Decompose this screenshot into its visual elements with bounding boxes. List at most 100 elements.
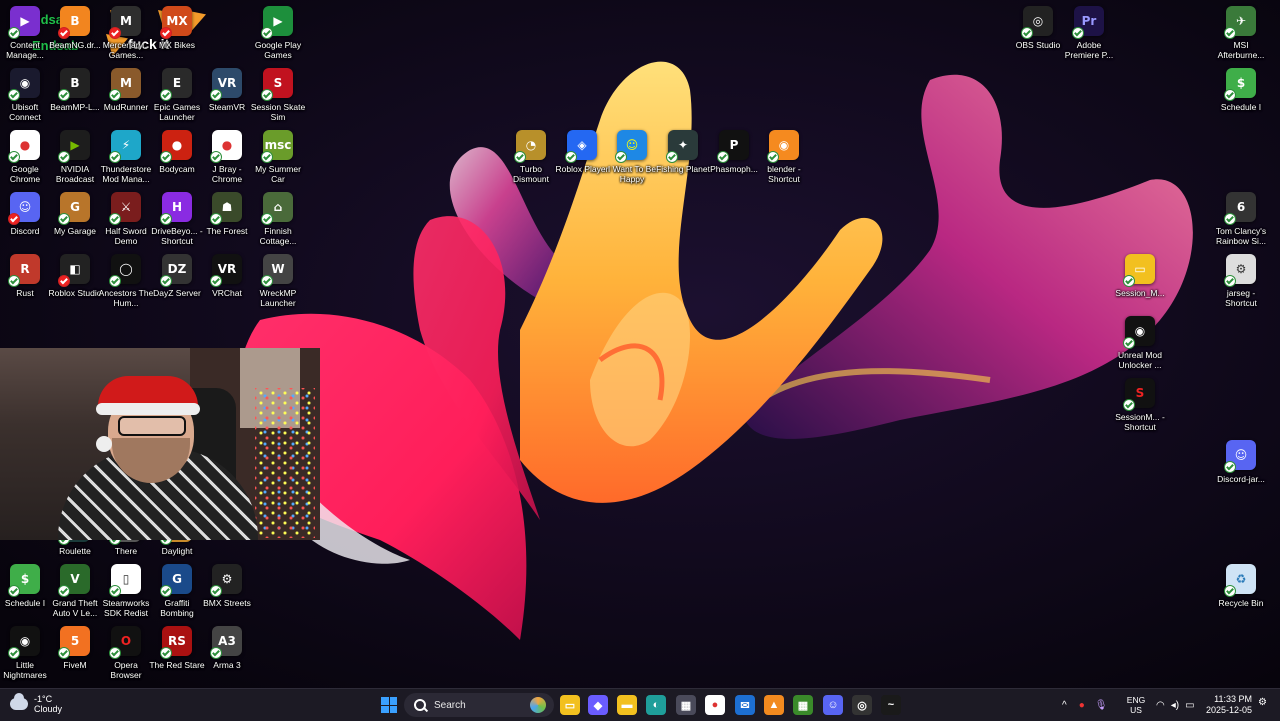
tray-app-icon[interactable]: ●: [1079, 700, 1085, 711]
desktop-icon[interactable]: P Phasmoph...: [706, 130, 762, 174]
desktop-icon[interactable]: ◉ Unreal Mod Unlocker ...: [1112, 316, 1168, 370]
desktop-icon[interactable]: ▯ Steamworks SDK Redist: [98, 564, 154, 618]
taskbar-app-store[interactable]: ▦: [676, 695, 696, 715]
shortcut-status-icon: [1224, 461, 1236, 473]
taskbar-app-edge[interactable]: ◐: [646, 695, 666, 715]
desktop-icon[interactable]: ◉ Little Nightmares: [0, 626, 53, 680]
language-indicator[interactable]: ENG US: [1122, 695, 1150, 715]
desktop-icon[interactable]: ▶ NVIDIA Broadcast: [47, 130, 103, 184]
desktop-icon-label: Turbo Dismount: [513, 164, 549, 184]
desktop-icon[interactable]: ◎ OBS Studio: [1010, 6, 1066, 50]
desktop-icon[interactable]: ⚔ Half Sword Demo: [98, 192, 154, 246]
desktop-icon[interactable]: ● Bodycam: [149, 130, 205, 174]
desktop-icon[interactable]: Pr Adobe Premiere P...: [1061, 6, 1117, 60]
desktop-icon[interactable]: B BeamNG.dr...: [47, 6, 103, 50]
search-box[interactable]: Search: [404, 693, 554, 717]
taskbar-app-discord[interactable]: ☺: [823, 695, 843, 715]
desktop-icon[interactable]: ◯ Ancestors The Hum...: [98, 254, 154, 308]
taskbar-app-file-explorer[interactable]: ▭: [560, 695, 580, 715]
taskbar-app-terminal[interactable]: ~: [881, 695, 901, 715]
desktop-icon[interactable]: ● Google Chrome: [0, 130, 53, 184]
microphone-icon[interactable]: 🎙: [1095, 700, 1108, 711]
desktop-icon[interactable]: ◉ blender - Shortcut: [756, 130, 812, 184]
desktop-icon[interactable]: ⚙ BMX Streets: [199, 564, 255, 608]
taskbar-app-chrome[interactable]: ●: [705, 695, 725, 715]
clock[interactable]: 11:33 PM 2025-12-05: [1204, 694, 1252, 716]
app-glyph-icon: O: [120, 634, 132, 648]
desktop-icon[interactable]: ☺ Discord-jar...: [1213, 440, 1269, 484]
desktop-icon[interactable]: 5 FiveM: [47, 626, 103, 670]
desktop-icon[interactable]: 6 Tom Clancy's Rainbow Si...: [1213, 192, 1269, 246]
desktop-icon[interactable]: ▭ Session_M...: [1112, 254, 1168, 298]
taskbar-app-obs[interactable]: ◎: [852, 695, 872, 715]
desktop-icon[interactable]: $ Schedule I: [1213, 68, 1269, 112]
app-glyph-icon: H: [171, 200, 183, 214]
desktop-icon[interactable]: ☺ Discord: [0, 192, 53, 236]
taskbar-app-folder[interactable]: ▬: [617, 695, 637, 715]
desktop-icon[interactable]: ✈ MSI Afterburne...: [1213, 6, 1269, 60]
desktop-icon[interactable]: W WreckMP Launcher: [250, 254, 306, 308]
app-icon: ☺: [1224, 440, 1256, 473]
desktop-icon[interactable]: ✦ Fishing Planet: [655, 130, 711, 174]
app-glyph-icon: VR: [217, 76, 237, 90]
weather-temp: -1°C: [34, 694, 53, 704]
app-icon: M: [109, 68, 141, 101]
desktop-icon[interactable]: H DriveBeyo... - Shortcut: [149, 192, 205, 246]
shortcut-status-icon: [8, 585, 20, 597]
shortcut-status-icon: [210, 275, 222, 287]
show-hidden-icons-chevron-icon[interactable]: ^: [1062, 700, 1067, 711]
taskbar-app-vlc[interactable]: ▲: [764, 695, 784, 715]
desktop-icon[interactable]: S Session Skate Sim: [250, 68, 306, 122]
desktop-icon-label: DayZ Server: [153, 288, 201, 298]
desktop-icon-label: Recycle Bin: [1218, 598, 1264, 608]
app-glyph-icon: MX: [166, 14, 188, 28]
desktop-icon[interactable]: G Graffiti Bombing: [149, 564, 205, 618]
desktop-icon[interactable]: VR SteamVR: [199, 68, 255, 112]
desktop-icon[interactable]: ◈ Roblox Player: [554, 130, 610, 174]
weather-widget[interactable]: -1°C Cloudy: [10, 693, 62, 714]
app-icon: ⚙: [1224, 254, 1256, 287]
desktop-icon[interactable]: ▶ Content Manage...: [0, 6, 53, 60]
desktop-icon[interactable]: ♻ Recycle Bin: [1213, 564, 1269, 608]
desktop-icon[interactable]: M MudRunner: [98, 68, 154, 112]
desktop-icon[interactable]: ▶ Google Play Games: [250, 6, 306, 60]
desktop-icon[interactable]: O Opera Browser: [98, 626, 154, 680]
taskbar-app-mail[interactable]: ✉: [735, 695, 755, 715]
desktop-icon[interactable]: MX MX Bikes: [149, 6, 205, 50]
desktop-icon[interactable]: VR VRChat: [199, 254, 255, 298]
desktop-icon[interactable]: R Rust: [0, 254, 53, 298]
desktop-icon[interactable]: RS The Red Stare: [149, 626, 205, 670]
desktop-icon[interactable]: DZ DayZ Server: [149, 254, 205, 298]
keyboard-layout: US: [1130, 705, 1142, 715]
desktop-icon[interactable]: ◉ Ubisoft Connect: [0, 68, 53, 122]
desktop-icon[interactable]: ⚙ jarseg - Shortcut: [1213, 254, 1269, 308]
app-glyph-icon: ◧: [69, 262, 81, 276]
taskbar-app-copilot[interactable]: ◆: [588, 695, 608, 715]
quick-settings[interactable]: ◠ ◂) ▭: [1156, 689, 1195, 721]
desktop-icon[interactable]: G My Garage: [47, 192, 103, 236]
notification-bell-icon[interactable]: ⚙: [1258, 697, 1267, 708]
app-icon: $: [1224, 68, 1256, 101]
desktop-icon[interactable]: M Mercenary... Games...: [98, 6, 154, 60]
desktop-icon-label: Tom Clancy's Rainbow Si...: [1215, 226, 1267, 246]
desktop-icon[interactable]: E Epic Games Launcher: [149, 68, 205, 122]
desktop-icon[interactable]: msc My Summer Car: [250, 130, 306, 184]
desktop-icon[interactable]: S SessionM... - Shortcut: [1112, 378, 1168, 432]
app-icon: M: [109, 6, 141, 39]
desktop-icon[interactable]: A3 Arma 3: [199, 626, 255, 670]
desktop-icon[interactable]: V Grand Theft Auto V Le...: [47, 564, 103, 618]
desktop-icon[interactable]: ◧ Roblox Studio: [47, 254, 103, 298]
app-glyph-icon: ◉: [778, 138, 790, 152]
taskbar-app-minecraft[interactable]: ▦: [793, 695, 813, 715]
start-button[interactable]: [381, 697, 397, 713]
desktop-icon-label: Google Chrome: [9, 164, 41, 184]
desktop-icon[interactable]: ☺ I Want To Be Happy: [604, 130, 660, 184]
desktop-icon[interactable]: ◔ Turbo Dismount: [503, 130, 559, 184]
app-icon: ▯: [109, 564, 141, 597]
desktop-icon[interactable]: $ Schedule I: [0, 564, 53, 608]
desktop-icon[interactable]: ⚡ Thunderstore Mod Mana...: [98, 130, 154, 184]
desktop-icon[interactable]: ● J Bray - Chrome: [199, 130, 255, 184]
desktop-icon[interactable]: B BeamMP-L...: [47, 68, 103, 112]
desktop-icon[interactable]: ⌂ Finnish Cottage...: [250, 192, 306, 246]
desktop-icon[interactable]: ☗ The Forest: [199, 192, 255, 236]
